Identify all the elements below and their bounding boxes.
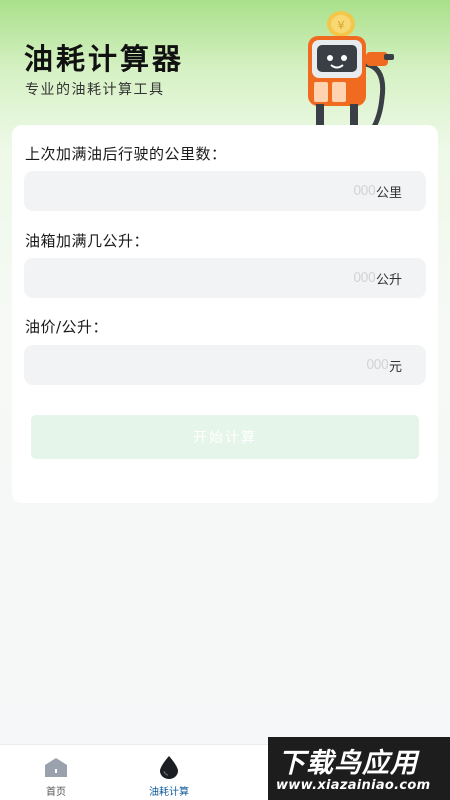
tank-unit: 公升 xyxy=(375,272,402,288)
watermark-text: 下载鸟应用 xyxy=(278,748,418,779)
calculator-card: 上次加满油后行驶的公里数： 公里 油箱加满几公升： 公升 油价/公升： 元 开始… xyxy=(12,125,438,503)
tab-home-label: 首页 xyxy=(46,787,66,798)
tab-home[interactable]: 首页 xyxy=(11,745,101,800)
price-label: 油价/公升： xyxy=(25,318,109,336)
watermark-logo: 下载鸟应用 www.xiazainiao.com xyxy=(268,737,450,800)
start-calculation-button[interactable]: 开始计算 xyxy=(31,415,419,459)
header: 油耗计算器 专业的油耗计算工具 ¥ xyxy=(0,0,450,130)
distance-label: 上次加满油后行驶的公里数： xyxy=(25,145,227,163)
fuel-pump-mascot-icon: ¥ xyxy=(308,11,394,130)
home-icon xyxy=(45,758,67,777)
tab-fuel-label: 油耗计算 xyxy=(149,787,189,798)
price-unit: 元 xyxy=(388,359,402,375)
tank-input[interactable] xyxy=(174,270,375,286)
oil-drop-icon xyxy=(160,756,178,779)
price-field[interactable]: 元 xyxy=(24,345,426,385)
tank-label: 油箱加满几公升： xyxy=(25,232,150,250)
tank-field[interactable]: 公升 xyxy=(24,258,426,298)
tab-fuel-calculator[interactable]: 油耗计算 xyxy=(124,745,214,800)
page-title: 油耗计算器 xyxy=(24,42,185,76)
distance-input[interactable] xyxy=(174,183,375,199)
svg-text:¥: ¥ xyxy=(338,19,345,32)
distance-unit: 公里 xyxy=(375,185,402,201)
price-input[interactable] xyxy=(187,357,388,373)
page-subtitle: 专业的油耗计算工具 xyxy=(25,82,165,98)
distance-field[interactable]: 公里 xyxy=(24,171,426,211)
watermark-url: www.xiazainiao.com xyxy=(276,778,431,793)
